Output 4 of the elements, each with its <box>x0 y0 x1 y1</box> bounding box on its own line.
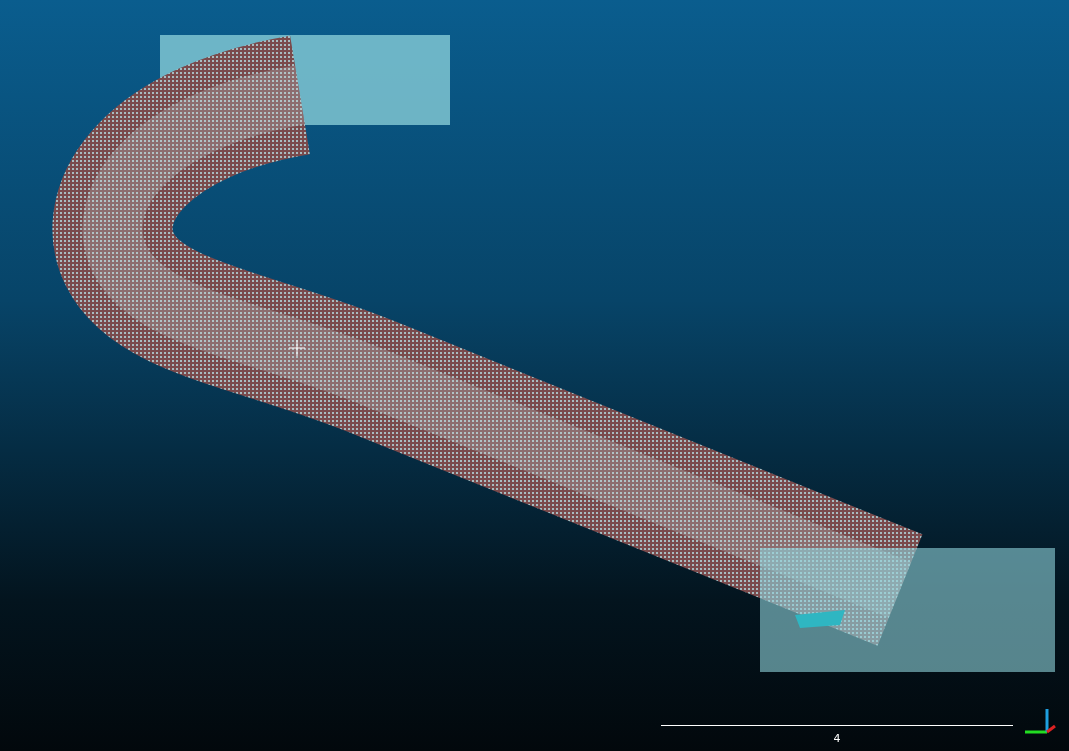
crosshair-icon <box>288 339 306 357</box>
axis-trihedron-icon <box>1023 707 1057 735</box>
scale-label: 4 <box>833 732 841 745</box>
3d-viewport[interactable]: 4 <box>0 0 1069 751</box>
